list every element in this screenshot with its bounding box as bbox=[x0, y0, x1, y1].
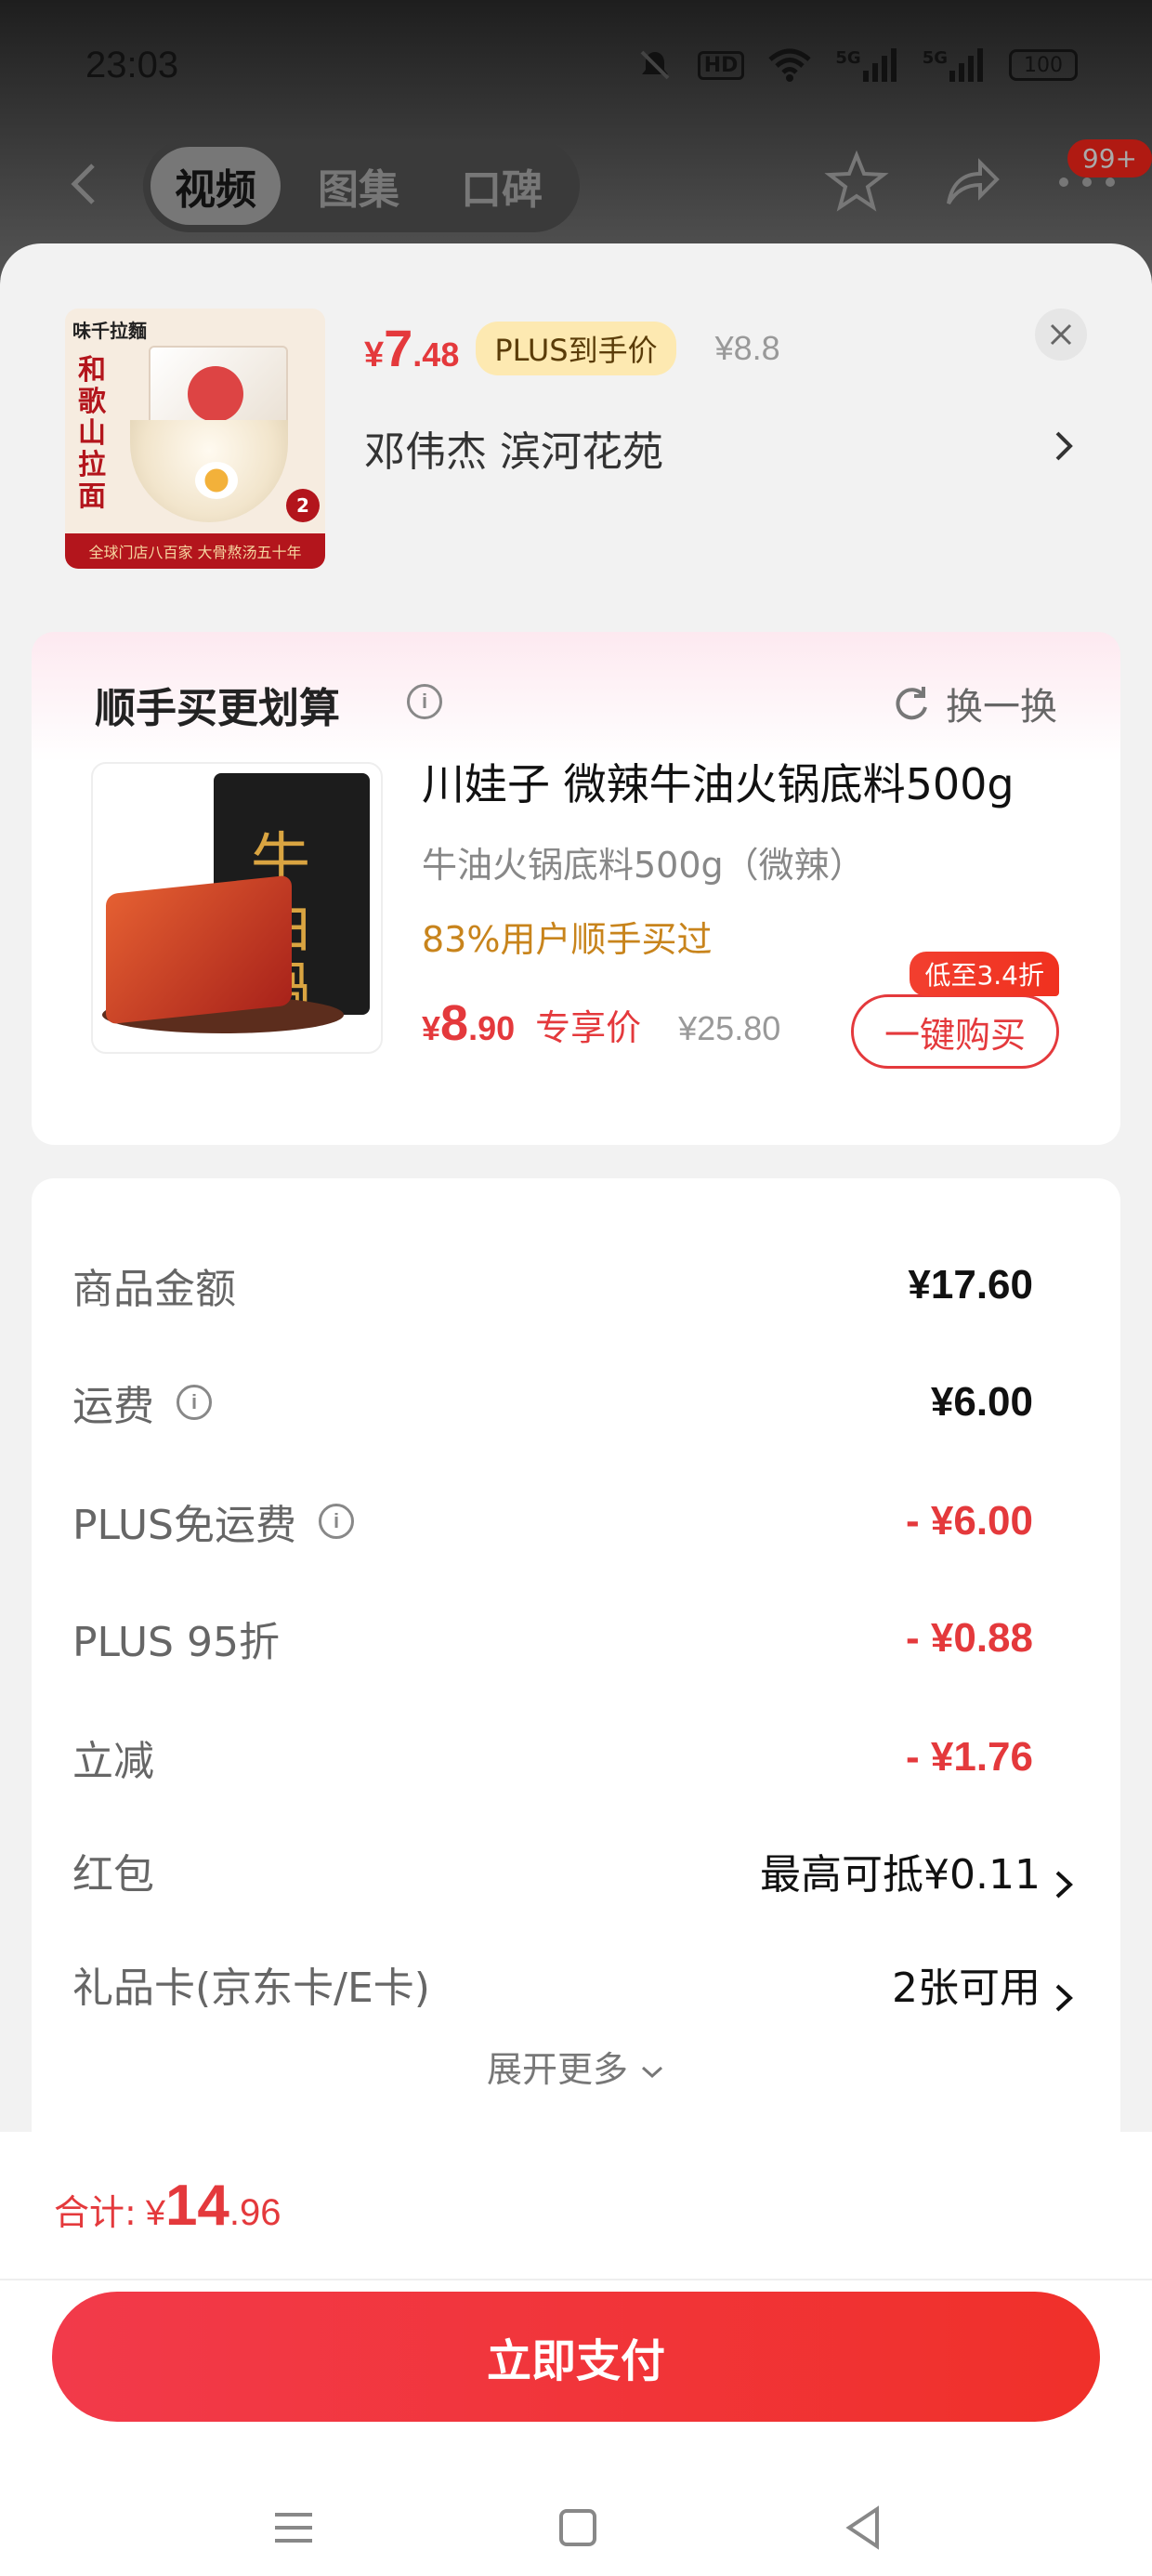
status-bar: 23:03 HD 5G 5G 100 bbox=[0, 0, 1152, 139]
bundle-card: 顺手买更划算 i 换一换 牛油鍋 川娃子 微辣牛油火锅底料500g 牛油火锅底料… bbox=[32, 632, 1120, 1145]
cost-row-gift-card[interactable]: 礼品卡(京东卡/E卡) 2张可用 bbox=[72, 1952, 1074, 2017]
bundle-price: ¥8.90 bbox=[422, 995, 516, 1051]
discount-badge: 低至3.4折 bbox=[910, 952, 1059, 996]
cost-label: PLUS 95折 bbox=[72, 1619, 280, 1666]
notification-badge: 99+ bbox=[1067, 139, 1152, 177]
cost-label: PLUS免运费 bbox=[72, 1502, 296, 1549]
bundle-product-name[interactable]: 川娃子 微辣牛油火锅底料500g bbox=[422, 751, 1015, 812]
plus-price-tag: PLUS到手价 bbox=[476, 321, 676, 375]
cost-row-instant-reduction: 立减 - ¥1.76 bbox=[72, 1725, 1033, 1790]
one-click-buy-button[interactable]: 一键购买 bbox=[851, 994, 1059, 1069]
thumb-band: 全球门店八百家 大骨熬汤五十年 bbox=[65, 533, 325, 569]
refresh-label: 换一换 bbox=[946, 686, 1057, 729]
cost-row-plus-discount: PLUS 95折 - ¥0.88 bbox=[72, 1606, 1033, 1671]
signal-5g-icon-2: 5G bbox=[923, 48, 985, 82]
back-arrow-icon[interactable] bbox=[58, 158, 110, 210]
order-total: 合计: ¥ 14 .96 bbox=[54, 2174, 281, 2238]
bundle-title: 顺手买更划算 bbox=[95, 685, 340, 732]
media-tabs: 视频 图集 口碑 bbox=[143, 139, 580, 232]
thumb-brand: 味千拉麵 bbox=[72, 320, 147, 342]
cost-value: ¥6.00 bbox=[930, 1379, 1033, 1425]
bundle-social-proof: 83%用户顺手买过 bbox=[422, 919, 713, 960]
delivery-address[interactable]: 邓伟杰 滨河花苑 bbox=[364, 418, 663, 478]
cost-value: - ¥0.88 bbox=[906, 1615, 1033, 1661]
hd-icon: HD bbox=[697, 48, 745, 82]
home-icon[interactable] bbox=[550, 2500, 606, 2556]
bundle-price-tag: 专享价 bbox=[535, 1007, 642, 1048]
thumb-egg bbox=[195, 462, 238, 499]
wifi-icon bbox=[768, 48, 812, 82]
checkout-footer: 合计: ¥ 14 .96 立即支付 bbox=[0, 2132, 1152, 2576]
cost-row-red-packet[interactable]: 红包 最高可抵¥0.11 bbox=[72, 1838, 1074, 1903]
info-icon[interactable]: i bbox=[407, 684, 442, 719]
cost-value: 最高可抵¥0.11 bbox=[760, 1851, 1041, 1899]
cost-row-plus-free-shipping: PLUS免运费 i - ¥6.00 bbox=[72, 1489, 1033, 1554]
total-label: 合计: bbox=[54, 2192, 137, 2233]
chevron-right-icon bbox=[1055, 1984, 1073, 2011]
cost-label: 红包 bbox=[72, 1851, 154, 1899]
tab-video[interactable]: 视频 bbox=[151, 147, 281, 225]
chevron-right-icon[interactable] bbox=[1050, 427, 1078, 465]
star-icon[interactable] bbox=[823, 149, 890, 216]
chevron-right-icon bbox=[1055, 1871, 1073, 1898]
bundle-product-image[interactable]: 牛油鍋 bbox=[91, 762, 383, 1054]
menu-icon[interactable] bbox=[266, 2500, 321, 2556]
product-thumbnail: 味千拉麵 和歌山拉面 2 全球门店八百家 大骨熬汤五十年 bbox=[65, 309, 325, 569]
bundle-product-spec: 牛油火锅底料500g（微辣） bbox=[422, 845, 865, 886]
info-icon[interactable]: i bbox=[177, 1385, 212, 1420]
product-old-price: ¥8.8 bbox=[714, 328, 780, 367]
bundle-price-line: ¥8.90 专享价 ¥25.80 bbox=[422, 994, 780, 1052]
refresh-button[interactable]: 换一换 bbox=[890, 677, 1057, 730]
footer-divider bbox=[0, 2279, 1152, 2280]
product-price: ¥7.48 bbox=[364, 319, 460, 377]
cost-row-subtotal: 商品金额 ¥17.60 bbox=[72, 1253, 1033, 1318]
cost-label: 运费 bbox=[72, 1383, 154, 1430]
thumb-title: 和歌山拉面 bbox=[78, 354, 106, 513]
mute-icon bbox=[636, 48, 674, 82]
back-triangle-icon[interactable] bbox=[836, 2500, 892, 2556]
status-time: 23:03 bbox=[85, 45, 179, 85]
cost-value: 2张可用 bbox=[892, 1965, 1041, 2012]
info-icon[interactable]: i bbox=[319, 1504, 354, 1539]
cost-label: 礼品卡(京东卡/E卡) bbox=[72, 1965, 430, 2012]
tab-gallery[interactable]: 图集 bbox=[294, 147, 424, 225]
battery-icon: 100 bbox=[1009, 49, 1078, 81]
status-icons: HD 5G 5G 100 bbox=[636, 48, 1078, 82]
signal-5g-icon: 5G bbox=[835, 48, 897, 82]
cost-value: - ¥1.76 bbox=[906, 1734, 1033, 1780]
tab-reviews[interactable]: 口碑 bbox=[437, 147, 567, 225]
cost-value: ¥17.60 bbox=[908, 1262, 1033, 1308]
product-price-line: ¥7.48 PLUS到手价 ¥8.8 bbox=[364, 318, 780, 378]
bundle-old-price: ¥25.80 bbox=[678, 1009, 781, 1047]
share-icon[interactable] bbox=[938, 149, 1005, 216]
thumb-count: 2 bbox=[286, 489, 320, 522]
close-button[interactable] bbox=[1035, 309, 1087, 361]
refresh-icon bbox=[896, 687, 927, 720]
bundle-block bbox=[106, 874, 292, 1025]
chevron-down-icon bbox=[642, 2066, 663, 2078]
expand-label: 展开更多 bbox=[486, 2049, 628, 2090]
cost-label: 立减 bbox=[72, 1738, 154, 1785]
pay-now-button[interactable]: 立即支付 bbox=[52, 2292, 1100, 2422]
close-icon bbox=[1050, 323, 1072, 346]
system-nav-bar bbox=[0, 2476, 1152, 2569]
product-header: 味千拉麵 和歌山拉面 2 全球门店八百家 大骨熬汤五十年 ¥7.48 PLUS到… bbox=[0, 243, 1152, 615]
cost-label: 商品金额 bbox=[72, 1266, 236, 1313]
cost-row-shipping: 运费 i ¥6.00 bbox=[72, 1370, 1033, 1435]
cost-value: - ¥6.00 bbox=[906, 1498, 1033, 1544]
expand-more-button[interactable]: 展开更多 bbox=[32, 2041, 1120, 2092]
